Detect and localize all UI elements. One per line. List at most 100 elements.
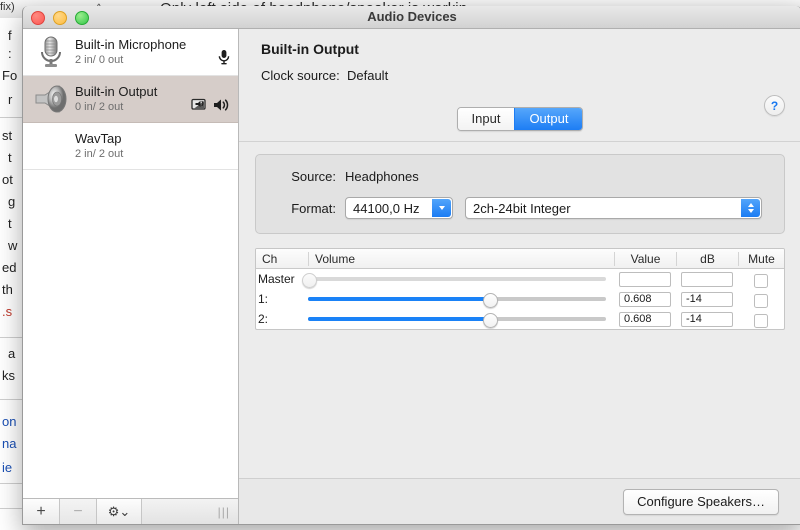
chevron-down-glyph — [438, 206, 445, 210]
column-header-ch: Ch — [262, 251, 278, 266]
background-text-fragment: g — [8, 194, 16, 209]
tab-input[interactable]: Input — [457, 108, 515, 130]
background-text-fragment: .s — [2, 304, 13, 319]
none — [31, 126, 71, 166]
background-text-fragment: w — [8, 238, 18, 253]
chevron-down-icon: ⌄ — [119, 504, 131, 519]
mute-checkbox[interactable] — [738, 310, 784, 328]
sample-rate-value: 44100,0 Hz — [353, 200, 420, 216]
system-output-icon — [191, 98, 206, 110]
source-label: Source: — [291, 169, 336, 184]
default-input-icon — [218, 50, 230, 65]
clock-source-value: Default — [346, 68, 389, 83]
bit-format-dropdown[interactable]: 2ch-24bit Integer — [465, 197, 762, 219]
background-text-fragment: t — [8, 216, 12, 231]
volume-table: Ch Volume Value dB Mute Master 1: 0.608 -14 2: 0.… — [255, 248, 785, 330]
background-text-fragment: Fo — [2, 68, 18, 83]
column-header-volume: Volume — [308, 251, 614, 266]
background-text-fragment: ie — [2, 460, 13, 475]
sample-rate-dropdown[interactable]: 44100,0 Hz — [345, 197, 453, 219]
speaker-icon — [31, 79, 71, 119]
background-text-fragment: ks — [2, 368, 15, 383]
device-name: WavTap — [75, 131, 122, 146]
io-tabs: Input Output — [239, 107, 800, 141]
value-field[interactable] — [614, 271, 676, 287]
device-list-item[interactable]: Built-in Output 0 in/ 2 out — [23, 76, 238, 123]
device-name: Built-in Output — [75, 84, 158, 99]
background-text-fragment: t — [8, 150, 12, 165]
channel-label: 1: — [258, 292, 269, 306]
source-value: Headphones — [345, 169, 419, 184]
volume-slider[interactable] — [301, 269, 614, 289]
device-detail-pane: Built-in Output Clock source: Default ? … — [239, 29, 800, 524]
volume-slider[interactable] — [308, 309, 614, 329]
gear-icon[interactable]: ⚙ ⌄ — [97, 499, 142, 524]
stepper-icon[interactable] — [741, 199, 760, 217]
help-icon[interactable]: ? — [764, 95, 785, 116]
format-row: Format: 44100,0 Hz 2ch-24bit Integer — [278, 197, 784, 219]
channel-label: Master — [258, 272, 295, 286]
background-text-fragment: f — [8, 28, 12, 43]
chevron-up-glyph — [747, 203, 754, 207]
chevron-down-icon[interactable] — [432, 199, 451, 217]
background-text-fragment: st — [2, 128, 13, 143]
default-output-icon — [213, 98, 230, 117]
source-row: Source: Headphones — [278, 169, 784, 184]
gear-glyph: ⚙ — [107, 504, 120, 519]
configure-speakers-button[interactable]: Configure Speakers… — [623, 489, 779, 515]
remove-device-button[interactable]: − — [60, 499, 97, 524]
volume-table-body: Master 1: 0.608 -14 2: 0.608 -14 — [256, 269, 784, 329]
device-badges — [218, 49, 230, 70]
background-text-fragment: a — [8, 346, 16, 361]
device-info: WavTap 2 in/ 2 out — [71, 131, 238, 161]
format-label: Format: — [291, 200, 336, 216]
sidebar-toolbar: + − ⚙ ⌄ ||| — [23, 498, 238, 524]
background-text-fragment: na — [2, 436, 17, 451]
chevron-down-glyph — [747, 209, 754, 213]
microphone-icon — [31, 32, 71, 72]
channel-label: 2: — [258, 312, 269, 326]
background-left-prefix: fix) — [0, 1, 15, 13]
device-list-item[interactable]: Built-in Microphone 2 in/ 0 out — [23, 29, 238, 76]
default-output-icon — [214, 99, 229, 111]
device-name: Built-in Microphone — [75, 37, 187, 52]
page-title: Built-in Output — [261, 41, 359, 57]
device-list-item[interactable]: WavTap 2 in/ 2 out — [23, 123, 238, 170]
value-field[interactable]: 0.608 — [614, 291, 676, 307]
tab-output[interactable]: Output — [514, 108, 583, 130]
column-header-value: Value — [614, 251, 676, 266]
screen: fix) ^ Only left side of headphone/speak… — [0, 0, 800, 530]
column-header-mute: Mute — [738, 251, 784, 266]
audio-devices-window: Audio Devices Built-in Microphone 2 in/ 0… — [22, 6, 800, 525]
resize-grip[interactable]: ||| — [218, 505, 230, 519]
volume-slider[interactable] — [308, 289, 614, 309]
pane-header: Built-in Output Clock source: Default ? — [239, 29, 800, 116]
speaker-icon — [35, 85, 67, 113]
device-info: Built-in Microphone 2 in/ 0 out — [71, 37, 238, 67]
background-text-fragment: th — [2, 282, 13, 297]
value-field[interactable]: 0.608 — [614, 311, 676, 327]
window-titlebar[interactable]: Audio Devices — [23, 6, 800, 29]
table-row: Master — [256, 269, 784, 289]
db-field[interactable] — [676, 271, 738, 287]
mute-checkbox[interactable] — [738, 290, 784, 308]
bit-format-value: 2ch-24bit Integer — [473, 200, 571, 216]
table-row: 1: 0.608 -14 — [256, 289, 784, 309]
add-device-button[interactable]: + — [23, 499, 60, 524]
background-text-fragment: r — [8, 92, 13, 107]
device-io: 2 in/ 0 out — [75, 54, 124, 66]
pane-footer: Configure Speakers… — [239, 478, 800, 524]
mute-checkbox[interactable] — [738, 270, 784, 288]
clock-source-label: Clock source: — [261, 68, 340, 83]
microphone-icon — [41, 36, 61, 67]
db-field[interactable]: -14 — [676, 311, 738, 327]
db-field[interactable]: -14 — [676, 291, 738, 307]
device-badges — [191, 98, 230, 117]
table-row: 2: 0.608 -14 — [256, 309, 784, 329]
sidebar-toolbar-filler: ||| — [142, 499, 238, 524]
column-header-db: dB — [676, 251, 738, 266]
source-format-box: Source: Headphones Format: 44100,0 Hz 2c… — [255, 154, 785, 234]
device-list: Built-in Microphone 2 in/ 0 out Built-in O… — [23, 29, 238, 498]
background-text-fragment: on — [2, 414, 17, 429]
system-output-icon — [191, 98, 208, 117]
